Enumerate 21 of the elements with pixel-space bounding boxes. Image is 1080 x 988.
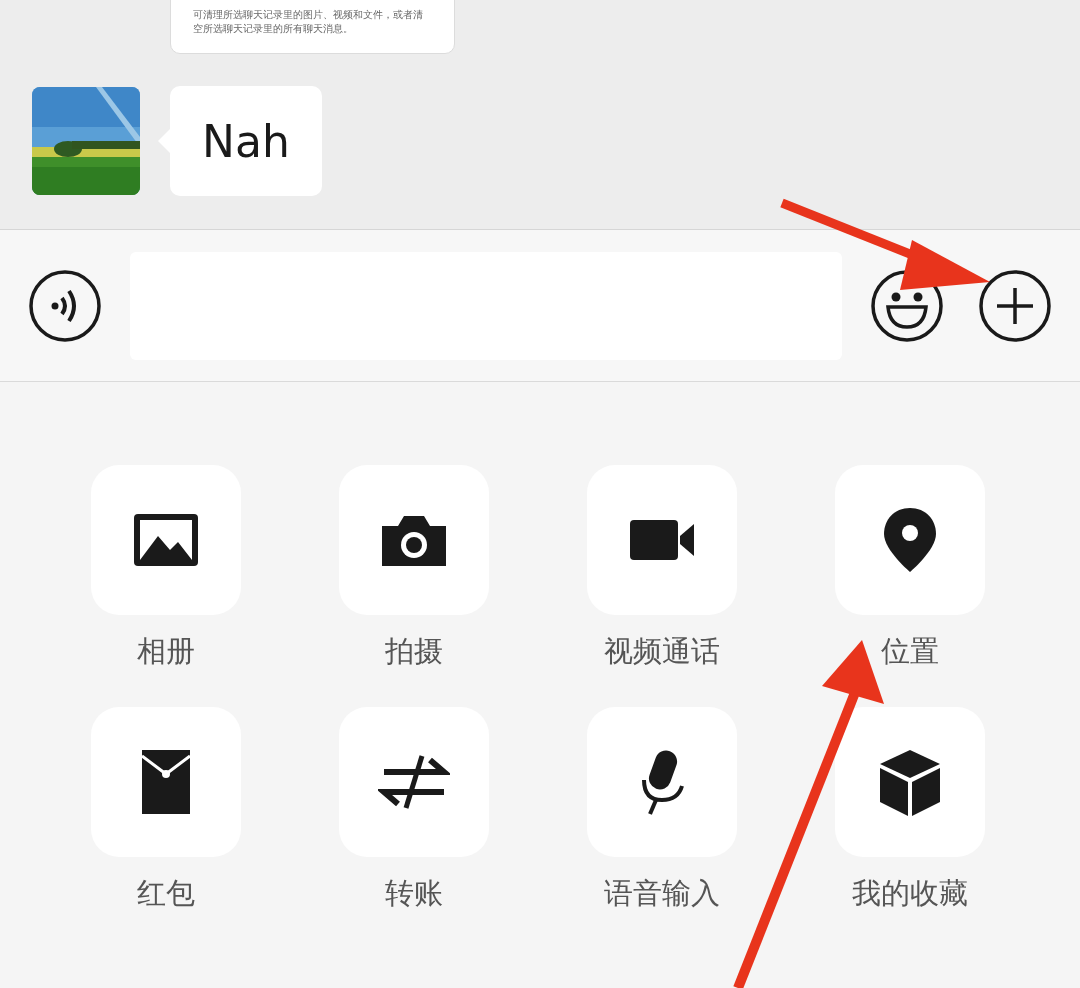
action-tile[interactable] xyxy=(339,707,489,857)
emoji-icon[interactable] xyxy=(870,268,944,343)
action-label: 相册 xyxy=(137,633,195,669)
action-tile[interactable] xyxy=(91,465,241,615)
action-tile[interactable] xyxy=(587,707,737,857)
voice-icon[interactable] xyxy=(28,268,102,343)
action-label: 转账 xyxy=(385,875,443,911)
plus-icon[interactable] xyxy=(978,268,1052,343)
action-label: 语音输入 xyxy=(604,875,720,911)
action-tile[interactable] xyxy=(91,707,241,857)
action-label: 视频通话 xyxy=(604,633,720,669)
action-tile[interactable] xyxy=(339,465,489,615)
action-label: 红包 xyxy=(137,875,195,911)
action-label: 位置 xyxy=(881,633,939,669)
card-description: 可清理所选聊天记录里的图片、视频和文件，或者清空所选聊天记录里的所有聊天消息。 xyxy=(193,8,424,36)
action-label: 拍摄 xyxy=(385,633,443,669)
action-tile[interactable] xyxy=(587,465,737,615)
action-tile[interactable] xyxy=(835,465,985,615)
message-bubble: Nah xyxy=(170,86,322,196)
action-label: 我的收藏 xyxy=(852,875,968,911)
action-tile[interactable] xyxy=(835,707,985,857)
